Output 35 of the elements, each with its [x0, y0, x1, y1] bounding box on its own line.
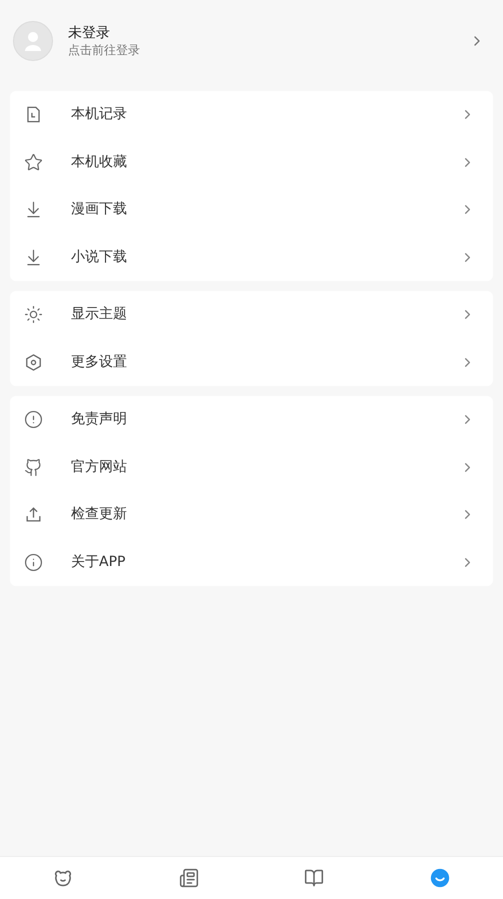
menu-item[interactable]: 本机记录	[10, 91, 493, 138]
settings-icon	[24, 352, 43, 372]
menu-label: 官方网站	[71, 458, 128, 477]
menu-item[interactable]: 免责声明	[10, 396, 493, 444]
book-icon[interactable]	[304, 868, 324, 888]
newspaper-icon[interactable]	[178, 868, 199, 888]
menu-item[interactable]: 关于APP	[10, 538, 493, 586]
menu-item[interactable]: 检查更新	[10, 491, 493, 538]
menu-item[interactable]: 漫画下载	[10, 186, 493, 234]
menu-label: 免责声明	[71, 410, 128, 430]
upload-icon	[24, 505, 43, 524]
menu-label: 小说下载	[71, 248, 128, 267]
smile-icon[interactable]	[430, 868, 450, 888]
menu-label: 检查更新	[71, 505, 128, 524]
info-icon	[24, 552, 43, 572]
menu-item[interactable]: 小说下载	[10, 234, 493, 281]
profile-row[interactable]: 未登录 点击前往登录	[0, 0, 503, 91]
menu-item[interactable]: 更多设置	[10, 338, 493, 386]
alert-icon	[24, 410, 43, 430]
person-icon	[24, 31, 42, 51]
menu-label: 更多设置	[71, 352, 128, 372]
bear-icon[interactable]	[52, 868, 73, 888]
menu-label: 本机记录	[71, 105, 128, 124]
menu-label: 本机收藏	[71, 152, 128, 172]
menu-item[interactable]: 官方网站	[10, 444, 493, 491]
profile-subtitle: 点击前往登录	[68, 42, 141, 58]
menu-label: 显示主题	[71, 305, 128, 324]
menu-label: 关于APP	[71, 552, 126, 572]
star-icon	[24, 152, 43, 172]
github-icon	[24, 458, 43, 477]
menu-item[interactable]: 本机收藏	[10, 138, 493, 186]
sun-icon	[24, 305, 43, 324]
profile-name: 未登录	[68, 24, 111, 42]
menu-label: 漫画下载	[71, 200, 128, 220]
menu-item[interactable]: 显示主题	[10, 291, 493, 338]
